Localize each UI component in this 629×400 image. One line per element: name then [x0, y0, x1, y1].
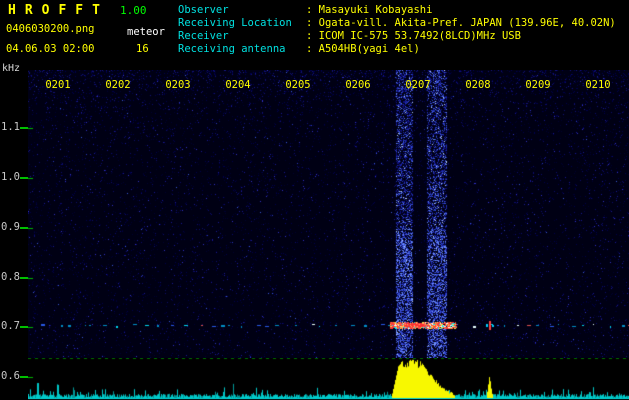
frequency-unit-label: kHz: [2, 63, 21, 74]
info-row-receiver: Receiver : ICOM IC-575 53.7492(8LCD)MHz U…: [178, 30, 616, 43]
info-value: : A504HB(yagi 4el): [306, 43, 420, 55]
time-tick-label: 0205: [285, 79, 311, 91]
time-tick-label: 0202: [105, 79, 131, 91]
time-tick-label: 0208: [465, 79, 491, 91]
time-tick-label: 0209: [525, 79, 551, 91]
observation-datetime: 04.06.03 02:00: [6, 43, 95, 55]
hrofft-window: HROFFT 1.00 0406030200.png meteor 04.06.…: [0, 0, 629, 400]
mode-label: meteor: [127, 26, 165, 38]
info-label: Receiving Location: [178, 17, 292, 29]
info-value: : ICOM IC-575 53.7492(8LCD)MHz USB: [306, 30, 521, 42]
time-tick-label: 0204: [225, 79, 251, 91]
info-value: : Ogata-vill. Akita-Pref. JAPAN (139.96E…: [306, 17, 616, 29]
info-label: Observer: [178, 4, 229, 16]
info-value: : Masayuki Kobayashi: [306, 4, 433, 16]
app-title: HROFFT: [8, 3, 109, 18]
spectrogram-canvas: [28, 70, 629, 358]
info-row-antenna: Receiving antenna : A504HB(yagi 4el): [178, 43, 616, 56]
info-panel: Observer : Masayuki Kobayashi Receiving L…: [178, 4, 616, 56]
info-row-location: Receiving Location : Ogata-vill. Akita-Pr…: [178, 17, 616, 30]
app-version: 1.00: [120, 4, 147, 17]
info-label: Receiver: [178, 30, 229, 42]
signal-level-canvas: [28, 358, 629, 400]
time-tick-label: 0203: [165, 79, 191, 91]
time-tick-label: 0206: [345, 79, 371, 91]
time-tick-label: 0210: [585, 79, 611, 91]
time-tick-label: 0201: [45, 79, 71, 91]
info-label: Receiving antenna: [178, 43, 286, 55]
output-filename: 0406030200.png: [6, 23, 95, 35]
info-row-observer: Observer : Masayuki Kobayashi: [178, 4, 616, 17]
time-tick-label: 0207: [405, 79, 431, 91]
meteor-count: 16: [136, 43, 149, 55]
